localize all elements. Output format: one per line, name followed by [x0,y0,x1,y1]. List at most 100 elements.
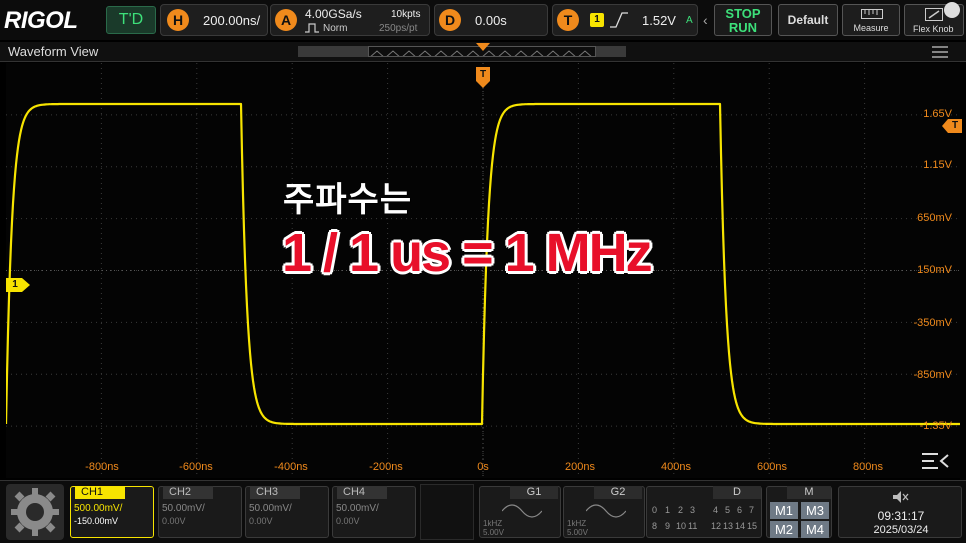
stop-label: STOP [725,6,761,21]
bottom-toolbar: CH1 500.00mV/ -150.00mV CH2 50.00mV/ 0.0… [0,480,966,543]
delay-box[interactable]: D 0.00s [434,4,548,36]
ch1-marker-label: 1 [12,279,18,290]
digital-channel: 1 [665,505,671,515]
ch1-panel[interactable]: CH1 500.00mV/ -150.00mV [70,486,154,538]
trigger-badge: T [557,9,579,31]
trigger-level-marker[interactable]: T [942,119,962,133]
trigger-source-badge: 1 [590,13,604,27]
ch2-panel[interactable]: CH2 50.00mV/ 0.00V [158,486,242,538]
digital-channel: 12 [711,521,722,531]
settings-gear-icon[interactable] [944,2,960,18]
ch2-offset: 0.00V [162,516,186,526]
ch4-scale: 50.00mV/ [336,503,379,514]
acquire-pulse-icon [305,23,319,33]
acquire-badge: A [275,9,297,31]
rising-edge-icon [610,12,628,28]
trigger-level-marker-label: T [951,120,959,131]
acquire-box[interactable]: A 4.00GSa/s Norm 10kpts 250ps/pt [270,4,430,36]
overlay-caption-korean: 주파수는 [283,181,413,219]
x-label: -400ns [274,461,308,473]
collapse-menu-icon[interactable] [922,452,950,470]
stop-run-button[interactable]: STOP RUN [714,4,772,36]
empty-slot [420,484,474,540]
x-label: -800ns [85,461,119,473]
x-label: -600ns [179,461,213,473]
g2-tab: G2 [594,486,642,499]
digital-channel: 7 [749,505,755,515]
math-m1-button[interactable]: M1 [770,502,798,519]
g1-frequency: 1kHZ [483,519,503,528]
ch1-offset: -150.00mV [74,516,119,526]
default-button[interactable]: Default [778,4,838,36]
clock-date: 2025/03/24 [873,524,929,536]
digital-channel: 8 [652,521,658,531]
math-m4-button[interactable]: M4 [801,521,829,538]
delay-badge: D [439,9,461,31]
g1-amplitude: 5.00V [483,528,504,537]
ch4-tab: CH4 [337,486,387,499]
trigger-auto-indicator: A [686,15,693,26]
ch3-scale: 50.00mV/ [249,503,292,514]
measure-label: Measure [853,23,889,33]
math-panel[interactable]: M M1 M3 M2 M4 [766,486,832,538]
digital-channel: 14 [735,521,746,531]
ch2-scale: 50.00mV/ [162,503,205,514]
digital-tab: D [713,486,761,499]
digital-channel: 2 [678,505,684,515]
flex-knob-label: Flex Knob [913,24,954,34]
digital-channel: 15 [747,521,758,531]
x-label: 200ns [565,461,595,473]
trigger-time-marker[interactable]: T [476,67,490,89]
clock-panel[interactable]: 09:31:17 2025/03/24 [838,486,962,538]
math-tab: M [787,486,831,499]
ch1-offset-marker[interactable]: 1 [6,278,30,292]
digital-channel: 9 [665,521,671,531]
trigger-mode-badge[interactable]: T'D [106,6,156,34]
g1-tab: G1 [510,486,558,499]
measure-button[interactable]: Measure [842,4,900,36]
sine-wave-icon [502,504,542,518]
time-resolution: 250ps/pt [379,23,418,34]
x-label: 800ns [853,461,883,473]
ch3-panel[interactable]: CH3 50.00mV/ 0.00V [245,486,329,538]
default-label: Default [787,13,829,27]
y-label: -850mV [913,369,952,381]
delay-value: 0.00s [475,13,507,28]
hamburger-menu-icon[interactable] [932,46,948,58]
top-toolbar: RIGOL T'D H 200.00ns/ A 4.00GSa/s Norm 1… [0,0,966,40]
acquire-mode: Norm [323,23,348,34]
ch1-tab: CH1 [75,486,125,499]
ch1-scale: 500.00mV/ [74,503,123,514]
digital-channel: 6 [737,505,743,515]
digital-channel: 4 [713,505,719,515]
g2-amplitude: 5.00V [567,528,588,537]
overlay-frequency-formula: 1 / 1 us = 1 MHz [282,223,653,283]
x-label: 400ns [661,461,691,473]
digital-channel: 10 [676,521,687,531]
digital-channel: 5 [725,505,731,515]
home-gear-button[interactable] [6,484,64,540]
horizontal-scale-box[interactable]: H 200.00ns/ [160,4,268,36]
math-m3-button[interactable]: M3 [801,502,829,519]
digital-channel: 11 [688,521,698,531]
digital-panel[interactable]: D 0 1 2 3 4 5 6 7 8 9 10 11 12 13 14 15 [646,486,762,538]
waveform-title: Waveform View [8,44,99,59]
trigger-marker-label: T [479,69,487,80]
ch4-panel[interactable]: CH4 50.00mV/ 0.00V [332,486,416,538]
y-label: 1.15V [923,159,952,171]
toolbar-left-arrow[interactable]: ‹ [703,12,708,28]
math-m2-button[interactable]: M2 [770,521,798,538]
gear-icon [11,488,59,536]
ruler-icon [861,9,883,19]
y-label: 150mV [917,264,952,276]
ch3-tab: CH3 [250,486,300,499]
sample-rate: 4.00GSa/s [305,7,362,21]
run-label: RUN [728,20,758,35]
waveform-header: Waveform View [0,42,966,62]
y-label: -1.35V [919,420,952,432]
g1-panel[interactable]: G1 1kHZ 5.00V [479,486,561,538]
horizontal-badge: H [167,9,189,31]
g2-panel[interactable]: G2 1kHZ 5.00V [563,486,645,538]
trigger-level: 1.52V [642,13,676,28]
ch2-tab: CH2 [163,486,213,499]
